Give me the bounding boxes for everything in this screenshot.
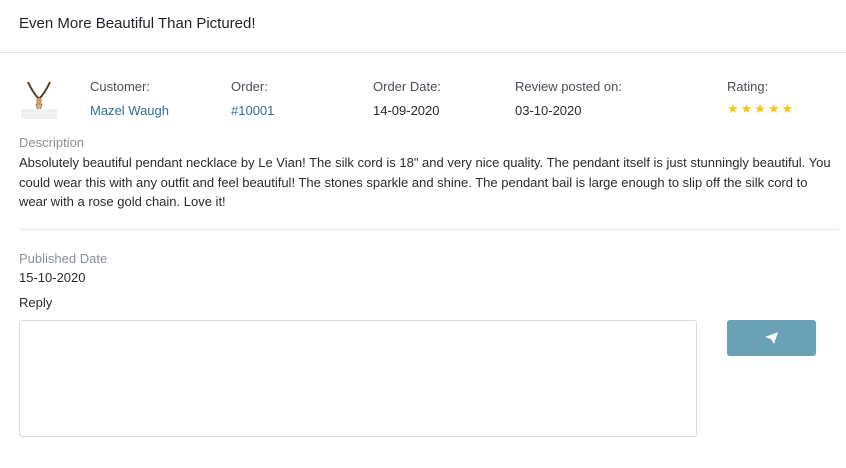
published-date-label: Published Date xyxy=(19,251,108,266)
description-label: Description xyxy=(19,135,85,150)
order-date-value: 14-09-2020 xyxy=(373,103,440,118)
customer-label: Customer: xyxy=(90,79,150,94)
order-column: Order: #10001 xyxy=(231,79,274,121)
order-date-label: Order Date: xyxy=(373,79,441,94)
customer-name-link[interactable]: Mazel Waugh xyxy=(90,103,169,121)
customer-column: Customer: Mazel Waugh xyxy=(90,79,169,121)
order-number-link[interactable]: #10001 xyxy=(231,103,274,121)
review-title: Even More Beautiful Than Pictured! xyxy=(0,0,846,53)
order-label: Order: xyxy=(231,79,268,94)
rating-label: Rating: xyxy=(727,79,769,94)
order-date-column: Order Date: 14-09-2020 xyxy=(373,79,441,121)
rating-column: Rating: ★★★★★ xyxy=(727,79,795,117)
review-posted-label: Review posted on: xyxy=(515,79,622,94)
send-reply-button[interactable] xyxy=(727,320,816,356)
paper-plane-icon xyxy=(765,332,778,344)
product-thumbnail xyxy=(19,79,59,119)
pendant-necklace-icon xyxy=(21,81,57,119)
review-posted-column: Review posted on: 03-10-2020 xyxy=(515,79,622,121)
review-posted-value: 03-10-2020 xyxy=(515,103,582,118)
description-text: Absolutely beautiful pendant necklace by… xyxy=(19,155,831,209)
reply-label: Reply xyxy=(19,295,53,310)
rating-stars: ★★★★★ xyxy=(727,101,796,116)
published-date-value: 15-10-2020 xyxy=(19,270,86,285)
reply-textarea[interactable] xyxy=(19,320,697,437)
section-divider xyxy=(19,229,839,230)
